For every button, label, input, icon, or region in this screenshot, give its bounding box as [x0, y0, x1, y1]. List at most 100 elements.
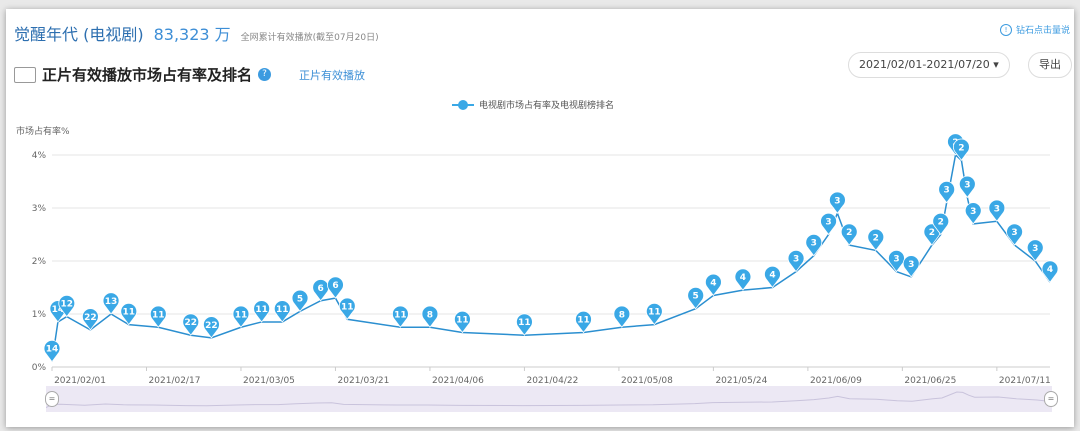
- rank-label: 11: [648, 308, 661, 318]
- rank-label: 3: [1032, 244, 1038, 254]
- slider-end-handle[interactable]: =: [1044, 391, 1058, 407]
- rank-label: 22: [84, 313, 97, 323]
- x-tick-label: 2021/03/21: [338, 376, 390, 386]
- rank-pin: 4: [734, 268, 752, 291]
- rank-pin: 4: [1041, 260, 1059, 283]
- rank-label: 11: [518, 318, 531, 328]
- rank-label: 3: [944, 186, 950, 196]
- x-tick-label: 2021/04/22: [526, 376, 578, 386]
- rank-label: 11: [577, 316, 590, 326]
- rank-label: 13: [105, 297, 118, 307]
- rank-label: 11: [276, 305, 289, 315]
- zoom-slider[interactable]: [45, 386, 1053, 412]
- x-tick-label: 2021/05/24: [715, 376, 767, 386]
- rank-pin: 3: [938, 181, 955, 204]
- rank-pin: 3: [964, 202, 982, 225]
- rank-pin: 11: [253, 300, 270, 323]
- rank-pin: 3: [805, 234, 823, 257]
- rank-label: 2: [873, 233, 879, 243]
- rank-label: 8: [427, 310, 433, 320]
- rank-pin: 3: [902, 255, 920, 278]
- rank-label: 4: [769, 271, 775, 281]
- rank-pin: 11: [454, 310, 471, 334]
- rank-label: 11: [394, 310, 407, 320]
- rank-pin: 4: [705, 273, 722, 297]
- rank-pin: 11: [392, 305, 409, 328]
- rank-label: 4: [740, 273, 746, 283]
- slider-preview: [45, 391, 1053, 409]
- rank-pin: 3: [888, 249, 905, 273]
- rank-pin: 11: [516, 313, 533, 336]
- rank-label: 2: [846, 228, 852, 238]
- rank-label: 11: [123, 308, 136, 318]
- rank-pin: 11: [232, 305, 250, 328]
- rank-pin: 22: [203, 316, 220, 339]
- rank-label: 14: [46, 345, 59, 355]
- y-tick-label: 4%: [32, 151, 47, 161]
- slider-start-handle[interactable]: =: [45, 391, 59, 407]
- rank-label: 22: [205, 321, 218, 331]
- rank-label: 3: [793, 255, 799, 265]
- line-chart: 0% 1% 2% 3% 4% 2021/02/01 2021/02/17 2021/03/05…: [32, 133, 1059, 386]
- x-tick-label: 2021/07/11: [999, 376, 1051, 386]
- rank-pin: 11: [149, 305, 167, 328]
- rank-label: 3: [893, 255, 899, 265]
- rank-pin: 3: [829, 191, 846, 214]
- rank-label: 12: [60, 300, 73, 310]
- y-tick-label: 1%: [32, 310, 47, 320]
- rank-pin: 8: [421, 305, 439, 328]
- rank-label: 6: [332, 281, 338, 291]
- rank-pin: 6: [312, 279, 330, 302]
- rank-label: 4: [1047, 265, 1053, 275]
- rank-pin: 11: [646, 302, 663, 326]
- y-tick-label: 3%: [32, 204, 47, 214]
- rank-label: 4: [710, 278, 716, 288]
- rank-pin: 2: [867, 228, 885, 252]
- rank-label: 11: [456, 316, 469, 326]
- x-tick-label: 2021/06/25: [904, 376, 956, 386]
- rank-label: 3: [908, 260, 914, 270]
- rank-pin: 5: [687, 287, 705, 310]
- rank-label: 2: [929, 228, 935, 238]
- rank-label: 11: [341, 302, 354, 312]
- rank-pin: 3: [787, 249, 805, 273]
- rank-label: 8: [619, 310, 625, 320]
- rank-label: 5: [297, 294, 303, 304]
- rank-pin: 6: [327, 276, 344, 299]
- rank-pin: 22: [182, 313, 200, 336]
- rank-label: 11: [152, 310, 165, 320]
- x-tick-label: 2021/06/09: [810, 376, 862, 386]
- rank-label: 2: [958, 143, 964, 153]
- rank-label: 3: [811, 239, 817, 249]
- rank-label: 3: [834, 196, 840, 206]
- rank-label: 2: [938, 218, 944, 228]
- rank-pin: 11: [338, 297, 356, 320]
- rank-pin: 3: [820, 212, 837, 236]
- rank-pin: 13: [102, 292, 120, 315]
- rank-label: 3: [825, 218, 831, 228]
- rank-label: 11: [235, 310, 248, 320]
- rank-pin: 3: [1026, 239, 1044, 262]
- rank-label: 3: [994, 204, 1000, 214]
- rank-label: 3: [964, 180, 970, 190]
- rank-label: 22: [185, 318, 198, 328]
- rank-pin: 3: [959, 175, 976, 199]
- x-tick-label: 2021/03/05: [243, 376, 295, 386]
- rank-label: 11: [255, 305, 268, 315]
- x-tick-label: 2021/02/17: [149, 376, 201, 386]
- x-tick-label: 2021/04/06: [432, 376, 484, 386]
- y-tick-label: 2%: [32, 257, 47, 267]
- rank-label: 3: [970, 207, 976, 217]
- rank-pin: 11: [575, 310, 592, 334]
- x-tick-label: 2021/02/01: [54, 376, 106, 386]
- x-tick-label: 2021/05/08: [621, 376, 673, 386]
- rank-pin: 14: [43, 340, 61, 363]
- rank-pin: 2: [840, 223, 858, 246]
- rank-label: 6: [318, 284, 324, 294]
- rank-label: 3: [1011, 228, 1017, 238]
- rank-pin: 3: [988, 199, 1006, 222]
- y-tick-label: 0%: [32, 363, 47, 373]
- rank-label: 5: [693, 292, 699, 302]
- rank-pin: 8: [613, 305, 631, 328]
- rank-pin: 3: [1006, 223, 1023, 246]
